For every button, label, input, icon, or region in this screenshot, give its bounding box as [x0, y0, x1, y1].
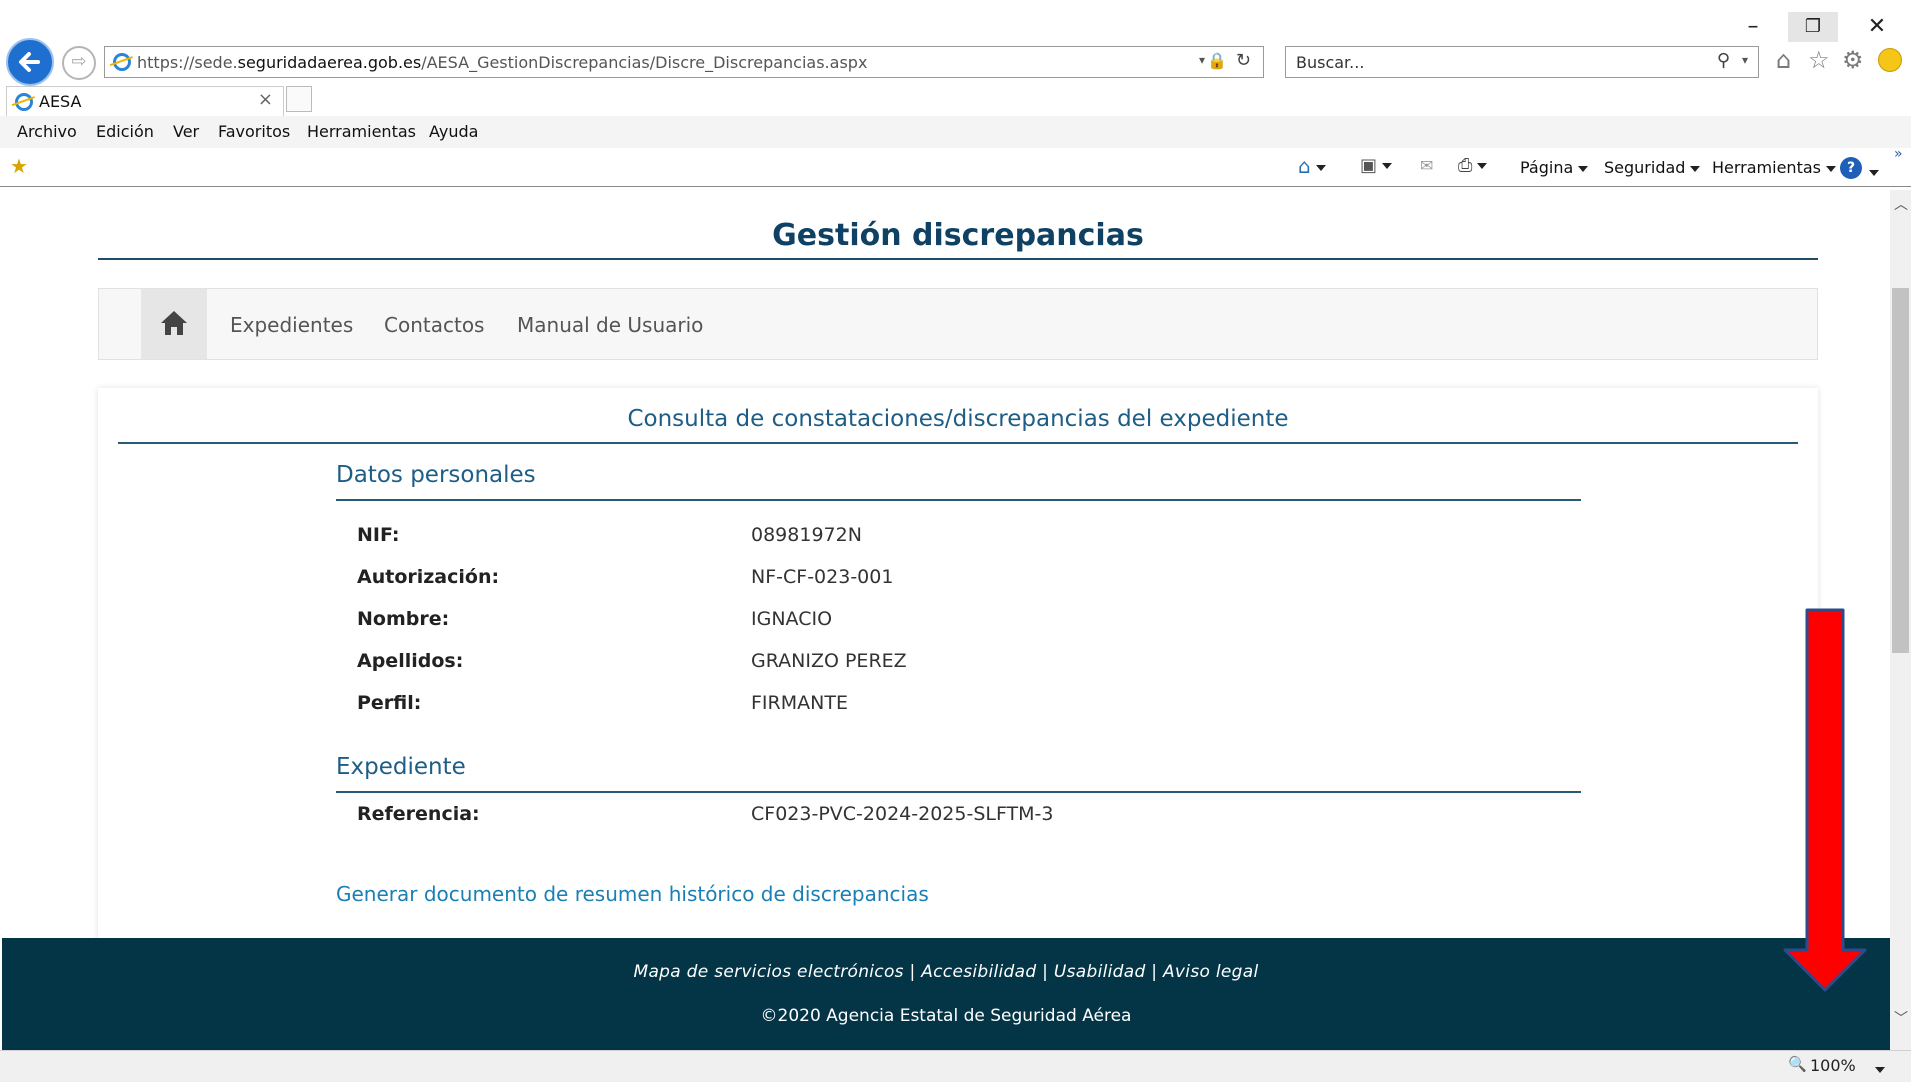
menu-ayuda[interactable]: Ayuda: [429, 122, 478, 141]
feeds-icon[interactable]: ▣: [1360, 155, 1393, 176]
refresh-icon[interactable]: ↻: [1236, 50, 1251, 71]
search-box[interactable]: Buscar... ⚲ ▾: [1285, 46, 1759, 78]
panel-title: Consulta de constataciones/discrepancias…: [627, 406, 1289, 432]
vertical-scrollbar[interactable]: ︿ ﹀: [1890, 190, 1911, 1050]
arrow-left-icon: [19, 52, 40, 72]
generate-summary-link[interactable]: Generar documento de resumen histórico d…: [336, 882, 929, 906]
close-tab-icon[interactable]: ×: [258, 89, 273, 110]
restore-button[interactable]: ❐: [1788, 12, 1838, 42]
ie-page-icon: [113, 53, 131, 71]
footer-copyright: ©2020 Agencia Estatal de Seguridad Aérea: [760, 1006, 1132, 1026]
forward-button[interactable]: ⇨: [62, 46, 96, 80]
chevron-more-icon[interactable]: »: [1894, 146, 1903, 162]
command-bar: ★ ⌂ ▣ ✉ ⎙ Página Seguridad Herramientas …: [0, 146, 1911, 187]
address-text: https://sede.seguridadaerea.gob.es/AESA_…: [137, 53, 868, 72]
favorites-star-icon[interactable]: ☆: [1808, 46, 1830, 74]
favorites-add-icon[interactable]: ★: [10, 154, 28, 178]
ie-tab-icon: [15, 93, 33, 111]
site-footer: Mapa de servicios electrónicos | Accesib…: [2, 938, 1890, 1050]
field-value-perfil: FIRMANTE: [751, 692, 848, 714]
print-icon[interactable]: ⎙: [1458, 155, 1488, 176]
back-button[interactable]: [6, 38, 54, 86]
field-value-referencia: CF023-PVC-2024-2025-SLFTM-3: [751, 803, 1054, 825]
search-dropdown-icon[interactable]: ▾: [1742, 53, 1748, 67]
home-icon[interactable]: ⌂: [1776, 46, 1791, 74]
section-divider: [336, 791, 1581, 793]
menu-seguridad[interactable]: Seguridad: [1604, 158, 1701, 177]
section-expediente: Expediente: [336, 754, 466, 780]
field-label-autorizacion: Autorización:: [357, 566, 500, 588]
smiley-feedback-icon[interactable]: [1878, 48, 1902, 72]
new-tab-button[interactable]: [286, 86, 312, 112]
main-navbar: Expedientes Contactos Manual de Usuario: [98, 288, 1818, 360]
scroll-thumb[interactable]: [1892, 288, 1909, 653]
browser-tab[interactable]: AESA ×: [6, 86, 284, 116]
mail-icon[interactable]: ✉: [1420, 156, 1433, 175]
menu-pagina[interactable]: Página: [1520, 158, 1589, 177]
field-value-apellidos: GRANIZO PEREZ: [751, 650, 907, 672]
dropdown-icon[interactable]: ▾: [1199, 53, 1205, 67]
field-label-referencia: Referencia:: [357, 803, 480, 825]
search-input[interactable]: Buscar...: [1296, 53, 1364, 72]
scroll-up-icon[interactable]: ︿: [1894, 194, 1908, 214]
field-label-nif: NIF:: [357, 524, 400, 546]
nav-contactos[interactable]: Contactos: [384, 313, 484, 337]
minimize-button[interactable]: –: [1728, 12, 1778, 42]
zoom-level[interactable]: 100%: [1810, 1056, 1856, 1075]
address-bar[interactable]: https://sede.seguridadaerea.gob.es/AESA_…: [104, 46, 1264, 78]
lock-icon[interactable]: 🔒: [1207, 51, 1227, 70]
gear-icon[interactable]: ⚙: [1842, 46, 1864, 74]
field-value-autorizacion: NF-CF-023-001: [751, 566, 894, 588]
section-datos-personales: Datos personales: [336, 462, 536, 488]
title-divider: [98, 258, 1818, 260]
nav-home-button[interactable]: [141, 289, 207, 359]
scroll-down-icon[interactable]: ﹀: [1894, 1008, 1908, 1028]
footer-links[interactable]: Mapa de servicios electrónicos | Accesib…: [2, 962, 1890, 982]
menu-favoritos[interactable]: Favoritos: [218, 122, 290, 141]
field-label-apellidos: Apellidos:: [357, 650, 464, 672]
field-value-nombre: IGNACIO: [751, 608, 833, 630]
field-value-nif: 08981972N: [751, 524, 862, 546]
field-label-perfil: Perfil:: [357, 692, 422, 714]
nav-manual-usuario[interactable]: Manual de Usuario: [517, 313, 703, 337]
scroll-down-arrow-annotation: [1783, 608, 1867, 992]
status-bar: 🔍 100%: [0, 1050, 1911, 1082]
nav-expedientes[interactable]: Expedientes: [230, 313, 353, 337]
menu-herramientas-cmd[interactable]: Herramientas: [1712, 158, 1836, 177]
home-page-icon[interactable]: ⌂: [1298, 154, 1326, 178]
menu-herramientas[interactable]: Herramientas: [307, 122, 416, 141]
zoom-icon: 🔍: [1788, 1055, 1807, 1073]
browser-chrome: – ❐ ✕ ⇨ https://sede.seguridadaerea.gob.…: [0, 0, 1911, 189]
menu-archivo[interactable]: Archivo: [17, 122, 77, 141]
page-title: Gestión discrepancias: [772, 218, 1144, 253]
menu-bar: Archivo Edición Ver Favoritos Herramient…: [0, 116, 1911, 148]
section-divider: [336, 499, 1581, 501]
help-icon[interactable]: ?: [1840, 157, 1862, 179]
help-dropdown-icon[interactable]: [1864, 162, 1879, 181]
field-label-nombre: Nombre:: [357, 608, 450, 630]
page-viewport: Gestión discrepancias Expedientes Contac…: [0, 190, 1890, 1050]
menu-ver[interactable]: Ver: [173, 122, 199, 141]
home-icon: [161, 311, 187, 335]
search-icon[interactable]: ⚲: [1717, 50, 1730, 71]
menu-edicion[interactable]: Edición: [96, 122, 154, 141]
panel-divider: [118, 442, 1798, 444]
tab-title: AESA: [39, 92, 82, 111]
zoom-dropdown-icon[interactable]: [1870, 1059, 1885, 1078]
close-window-button[interactable]: ✕: [1852, 12, 1902, 42]
